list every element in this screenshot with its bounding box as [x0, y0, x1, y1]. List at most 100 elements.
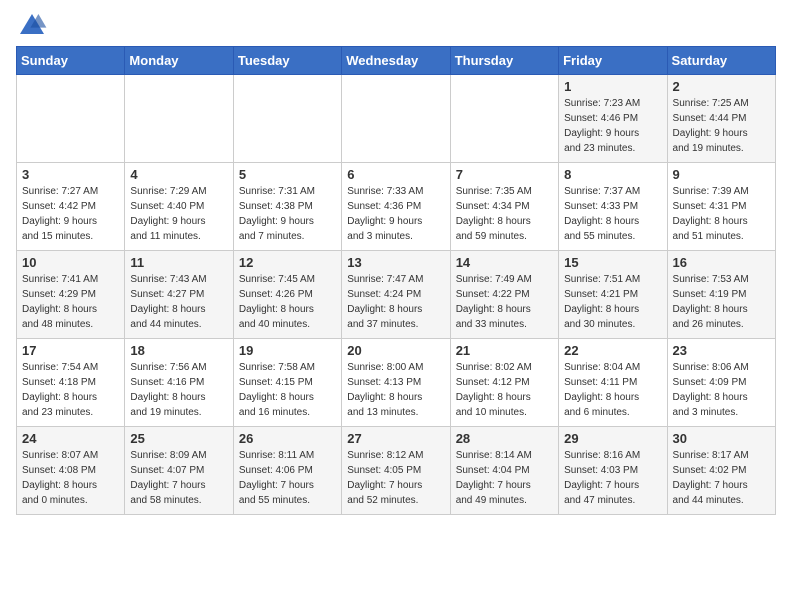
day-cell: 24 Sunrise: 8:07 AM Sunset: 4:08 PM Dayli…	[17, 427, 125, 515]
week-row-3: 10 Sunrise: 7:41 AM Sunset: 4:29 PM Dayli…	[17, 251, 776, 339]
day-info: Sunrise: 7:58 AM Sunset: 4:15 PM Dayligh…	[239, 360, 336, 420]
day-number: 11	[130, 255, 227, 270]
day-info: Sunrise: 7:29 AM Sunset: 4:40 PM Dayligh…	[130, 184, 227, 244]
header-saturday: Saturday	[667, 47, 775, 75]
day-cell: 11Sunrise: 7:43 AM Sunset: 4:27 PM Dayli…	[125, 251, 233, 339]
day-number: 5	[239, 167, 336, 182]
logo	[16, 10, 52, 42]
day-cell: 8 Sunrise: 7:37 AM Sunset: 4:33 PM Daylig…	[559, 163, 667, 251]
day-number: 20	[347, 343, 444, 358]
day-cell: 15Sunrise: 7:51 AM Sunset: 4:21 PM Dayli…	[559, 251, 667, 339]
day-cell: 30Sunrise: 8:17 AM Sunset: 4:02 PM Dayli…	[667, 427, 775, 515]
day-cell	[233, 75, 341, 163]
day-info: Sunrise: 8:11 AM Sunset: 4:06 PM Dayligh…	[239, 448, 336, 508]
day-number: 10	[22, 255, 119, 270]
day-info: Sunrise: 7:47 AM Sunset: 4:24 PM Dayligh…	[347, 272, 444, 332]
day-cell: 2 Sunrise: 7:25 AM Sunset: 4:44 PM Daylig…	[667, 75, 775, 163]
calendar-header-row: SundayMondayTuesdayWednesdayThursdayFrid…	[17, 47, 776, 75]
week-row-4: 17 Sunrise: 7:54 AM Sunset: 4:18 PM Dayli…	[17, 339, 776, 427]
day-cell: 4 Sunrise: 7:29 AM Sunset: 4:40 PM Daylig…	[125, 163, 233, 251]
day-info: Sunrise: 8:06 AM Sunset: 4:09 PM Dayligh…	[673, 360, 770, 420]
day-info: Sunrise: 7:39 AM Sunset: 4:31 PM Dayligh…	[673, 184, 770, 244]
day-number: 24	[22, 431, 119, 446]
day-cell	[17, 75, 125, 163]
day-cell: 3 Sunrise: 7:27 AM Sunset: 4:42 PM Daylig…	[17, 163, 125, 251]
week-row-5: 24 Sunrise: 8:07 AM Sunset: 4:08 PM Dayli…	[17, 427, 776, 515]
header-friday: Friday	[559, 47, 667, 75]
day-info: Sunrise: 8:09 AM Sunset: 4:07 PM Dayligh…	[130, 448, 227, 508]
day-cell: 29 Sunrise: 8:16 AM Sunset: 4:03 PM Dayli…	[559, 427, 667, 515]
day-info: Sunrise: 8:07 AM Sunset: 4:08 PM Dayligh…	[22, 448, 119, 508]
day-info: Sunrise: 7:37 AM Sunset: 4:33 PM Dayligh…	[564, 184, 661, 244]
day-number: 3	[22, 167, 119, 182]
day-info: Sunrise: 7:31 AM Sunset: 4:38 PM Dayligh…	[239, 184, 336, 244]
day-info: Sunrise: 7:25 AM Sunset: 4:44 PM Dayligh…	[673, 96, 770, 156]
day-info: Sunrise: 7:27 AM Sunset: 4:42 PM Dayligh…	[22, 184, 119, 244]
logo-icon	[16, 10, 48, 42]
day-number: 26	[239, 431, 336, 446]
day-cell	[342, 75, 450, 163]
day-number: 18	[130, 343, 227, 358]
day-number: 29	[564, 431, 661, 446]
day-info: Sunrise: 7:33 AM Sunset: 4:36 PM Dayligh…	[347, 184, 444, 244]
day-cell: 14 Sunrise: 7:49 AM Sunset: 4:22 PM Dayli…	[450, 251, 558, 339]
day-number: 23	[673, 343, 770, 358]
day-number: 12	[239, 255, 336, 270]
day-info: Sunrise: 7:53 AM Sunset: 4:19 PM Dayligh…	[673, 272, 770, 332]
day-info: Sunrise: 8:02 AM Sunset: 4:12 PM Dayligh…	[456, 360, 553, 420]
day-number: 9	[673, 167, 770, 182]
day-number: 1	[564, 79, 661, 94]
page-header	[16, 10, 776, 42]
day-info: Sunrise: 7:54 AM Sunset: 4:18 PM Dayligh…	[22, 360, 119, 420]
day-number: 14	[456, 255, 553, 270]
day-number: 27	[347, 431, 444, 446]
week-row-2: 3 Sunrise: 7:27 AM Sunset: 4:42 PM Daylig…	[17, 163, 776, 251]
day-cell: 27 Sunrise: 8:12 AM Sunset: 4:05 PM Dayli…	[342, 427, 450, 515]
day-cell: 1 Sunrise: 7:23 AM Sunset: 4:46 PM Daylig…	[559, 75, 667, 163]
day-number: 2	[673, 79, 770, 94]
day-cell: 6 Sunrise: 7:33 AM Sunset: 4:36 PM Daylig…	[342, 163, 450, 251]
day-cell: 21 Sunrise: 8:02 AM Sunset: 4:12 PM Dayli…	[450, 339, 558, 427]
day-number: 21	[456, 343, 553, 358]
day-info: Sunrise: 7:41 AM Sunset: 4:29 PM Dayligh…	[22, 272, 119, 332]
day-cell: 19Sunrise: 7:58 AM Sunset: 4:15 PM Dayli…	[233, 339, 341, 427]
day-cell: 20 Sunrise: 8:00 AM Sunset: 4:13 PM Dayli…	[342, 339, 450, 427]
day-cell	[450, 75, 558, 163]
day-info: Sunrise: 8:00 AM Sunset: 4:13 PM Dayligh…	[347, 360, 444, 420]
day-number: 6	[347, 167, 444, 182]
day-cell: 5 Sunrise: 7:31 AM Sunset: 4:38 PM Daylig…	[233, 163, 341, 251]
day-cell: 18 Sunrise: 7:56 AM Sunset: 4:16 PM Dayli…	[125, 339, 233, 427]
day-cell: 23 Sunrise: 8:06 AM Sunset: 4:09 PM Dayli…	[667, 339, 775, 427]
header-tuesday: Tuesday	[233, 47, 341, 75]
day-cell: 25 Sunrise: 8:09 AM Sunset: 4:07 PM Dayli…	[125, 427, 233, 515]
day-cell: 10 Sunrise: 7:41 AM Sunset: 4:29 PM Dayli…	[17, 251, 125, 339]
day-cell: 16 Sunrise: 7:53 AM Sunset: 4:19 PM Dayli…	[667, 251, 775, 339]
day-info: Sunrise: 7:23 AM Sunset: 4:46 PM Dayligh…	[564, 96, 661, 156]
header-monday: Monday	[125, 47, 233, 75]
day-info: Sunrise: 8:04 AM Sunset: 4:11 PM Dayligh…	[564, 360, 661, 420]
day-number: 4	[130, 167, 227, 182]
day-number: 25	[130, 431, 227, 446]
header-thursday: Thursday	[450, 47, 558, 75]
day-info: Sunrise: 7:56 AM Sunset: 4:16 PM Dayligh…	[130, 360, 227, 420]
day-cell: 26 Sunrise: 8:11 AM Sunset: 4:06 PM Dayli…	[233, 427, 341, 515]
day-cell: 22Sunrise: 8:04 AM Sunset: 4:11 PM Dayli…	[559, 339, 667, 427]
calendar-table: SundayMondayTuesdayWednesdayThursdayFrid…	[16, 46, 776, 515]
day-number: 28	[456, 431, 553, 446]
day-info: Sunrise: 8:12 AM Sunset: 4:05 PM Dayligh…	[347, 448, 444, 508]
day-number: 17	[22, 343, 119, 358]
day-info: Sunrise: 7:35 AM Sunset: 4:34 PM Dayligh…	[456, 184, 553, 244]
day-cell: 13Sunrise: 7:47 AM Sunset: 4:24 PM Dayli…	[342, 251, 450, 339]
header-wednesday: Wednesday	[342, 47, 450, 75]
day-cell: 17 Sunrise: 7:54 AM Sunset: 4:18 PM Dayli…	[17, 339, 125, 427]
day-number: 16	[673, 255, 770, 270]
day-cell: 9 Sunrise: 7:39 AM Sunset: 4:31 PM Daylig…	[667, 163, 775, 251]
day-info: Sunrise: 8:16 AM Sunset: 4:03 PM Dayligh…	[564, 448, 661, 508]
day-number: 8	[564, 167, 661, 182]
week-row-1: 1 Sunrise: 7:23 AM Sunset: 4:46 PM Daylig…	[17, 75, 776, 163]
day-cell: 7Sunrise: 7:35 AM Sunset: 4:34 PM Daylig…	[450, 163, 558, 251]
day-info: Sunrise: 7:49 AM Sunset: 4:22 PM Dayligh…	[456, 272, 553, 332]
day-cell: 28Sunrise: 8:14 AM Sunset: 4:04 PM Dayli…	[450, 427, 558, 515]
day-info: Sunrise: 8:17 AM Sunset: 4:02 PM Dayligh…	[673, 448, 770, 508]
day-number: 15	[564, 255, 661, 270]
